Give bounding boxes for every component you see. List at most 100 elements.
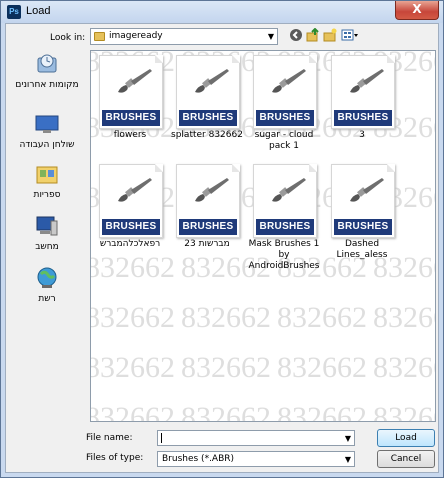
chevron-down-icon[interactable]: ▼ (345, 434, 351, 443)
files-of-type-value: Brushes (*.ABR) (162, 454, 235, 464)
file-item[interactable]: BRUSHES Dashed Lines_aless (326, 162, 398, 261)
watermark-text: 832662 (181, 401, 271, 422)
watermark-text: 832662 (277, 351, 367, 384)
computer-icon (33, 212, 61, 240)
page-fold (309, 164, 317, 172)
cancel-button[interactable]: Cancel (377, 450, 435, 468)
file-item[interactable]: BRUSHES 3 (326, 53, 398, 141)
thumbnail-paper: BRUSHES (99, 55, 163, 129)
brush-icon (195, 69, 229, 93)
file-name-input[interactable]: ▼ (157, 430, 355, 446)
watermark-text: 832662 (277, 301, 367, 334)
page-fold (387, 55, 395, 63)
view-menu-icon[interactable] (340, 28, 360, 44)
file-name: 3 (359, 130, 365, 140)
place-desktop[interactable]: שולחן העבודה (10, 110, 84, 150)
look-in-label: Look in: (50, 33, 86, 43)
brush-file-thumbnail: BRUSHES (96, 162, 164, 238)
load-dialog: Ps Load X Look in: imageready ▼ מקומות א… (0, 0, 444, 478)
place-label: רשת (38, 294, 56, 304)
photoshop-icon: Ps (7, 5, 21, 19)
brush-icon (195, 178, 229, 202)
page-fold (309, 55, 317, 63)
file-name: Dashed Lines_aless (336, 239, 388, 260)
folder-icon (94, 32, 105, 41)
watermark-text: 832662 (90, 301, 175, 334)
place-label: שולחן העבודה (19, 140, 75, 150)
watermark-text: 832662 (90, 251, 175, 284)
file-item[interactable]: BRUSHES Mask Brushes 1 by AndroidBrushes (248, 162, 320, 272)
back-icon[interactable] (288, 28, 304, 44)
place-label: מחשב (35, 242, 59, 252)
watermark-text: 832662 (373, 351, 435, 384)
thumbnail-paper: BRUSHES (176, 164, 240, 238)
window-title: Load (26, 5, 51, 17)
place-network[interactable]: רשת (10, 264, 84, 304)
file-list[interactable]: 8326628326628326628326628326628326628326… (90, 50, 436, 422)
dialog-body: Look in: imageready ▼ מקומות אחרונים שול… (5, 23, 439, 473)
file-name: flowers (113, 130, 147, 140)
place-libraries[interactable]: ספריות (10, 160, 84, 200)
file-name: Mask Brushes 1 by AndroidBrushes (248, 239, 320, 271)
file-item[interactable]: BRUSHES רפאלכלהמברש (94, 162, 166, 250)
watermark-text: 832662 (373, 301, 435, 334)
chevron-down-icon[interactable]: ▼ (268, 32, 274, 41)
watermark-text: 832662 (373, 401, 435, 422)
chevron-down-icon[interactable]: ▼ (345, 455, 351, 464)
file-item[interactable]: BRUSHES sugar - cloud pack 1 (248, 53, 320, 152)
thumbnail-paper: BRUSHES (99, 164, 163, 238)
place-label: מקומות אחרונים (15, 80, 79, 90)
watermark-text: 832662 (90, 351, 175, 384)
file-name: sugar - cloud pack 1 (254, 130, 314, 151)
network-icon (33, 264, 61, 292)
look-in-value: imageready (109, 31, 163, 41)
file-item[interactable]: BRUSHES 23 מברשות (171, 162, 243, 250)
watermark-text: 832662 (90, 401, 175, 422)
libraries-icon (33, 160, 61, 188)
desktop-icon (33, 110, 61, 138)
thumbnail-paper: BRUSHES (331, 164, 395, 238)
thumbnail-label: BRUSHES (102, 219, 160, 235)
file-item[interactable]: BRUSHES flowers (94, 53, 166, 141)
watermark-text: 832662 (181, 351, 271, 384)
new-folder-icon[interactable] (322, 28, 338, 44)
thumbnail-paper: BRUSHES (331, 55, 395, 129)
place-recent[interactable]: מקומות אחרונים (10, 50, 84, 90)
place-label: ספריות (33, 190, 61, 200)
brush-icon (272, 69, 306, 93)
brush-file-thumbnail: BRUSHES (328, 53, 396, 129)
brush-file-thumbnail: BRUSHES (250, 162, 318, 238)
page-fold (155, 164, 163, 172)
close-button[interactable]: X (395, 1, 439, 20)
file-name: 23 מברשות (184, 239, 230, 249)
look-in-dropdown[interactable]: imageready ▼ (90, 28, 278, 45)
brush-file-thumbnail: BRUSHES (328, 162, 396, 238)
files-of-type-label: Files of type: (86, 453, 144, 463)
thumbnail-paper: BRUSHES (253, 55, 317, 129)
place-computer[interactable]: מחשב (10, 212, 84, 252)
title-bar[interactable]: Ps Load X (1, 1, 443, 23)
thumbnail-label: BRUSHES (256, 110, 314, 126)
watermark-text: 832662 (181, 301, 271, 334)
places-bar: מקומות אחרונים שולחן העבודה ספריות מחשב (10, 50, 84, 422)
thumbnail-paper: BRUSHES (253, 164, 317, 238)
brush-icon (272, 178, 306, 202)
text-caret (161, 433, 162, 443)
thumbnail-label: BRUSHES (334, 219, 392, 235)
file-name: רפאלכלהמברש (99, 239, 161, 249)
load-button[interactable]: Load (377, 429, 435, 447)
brush-file-thumbnail: BRUSHES (250, 53, 318, 129)
recent-places-icon (33, 50, 61, 78)
files-of-type-select[interactable]: Brushes (*.ABR) ▼ (157, 451, 355, 467)
brush-icon (118, 178, 152, 202)
brush-icon (118, 69, 152, 93)
file-name-label: File name: (86, 433, 133, 443)
file-item[interactable]: BRUSHES splatter 832662 (171, 53, 243, 141)
thumbnail-label: BRUSHES (179, 110, 237, 126)
page-fold (155, 55, 163, 63)
watermark-text: 832662 (277, 401, 367, 422)
thumbnail-label: BRUSHES (102, 110, 160, 126)
brush-icon (350, 178, 384, 202)
up-folder-icon[interactable] (305, 27, 321, 44)
page-fold (387, 164, 395, 172)
